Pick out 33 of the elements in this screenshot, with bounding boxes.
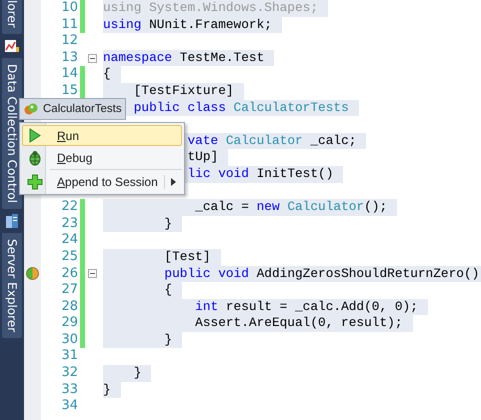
- line-number: 14: [60, 66, 79, 83]
- sidebar-tab[interactable]: Data Collection Control: [2, 58, 22, 209]
- line-number: 28: [60, 298, 79, 316]
- collapse-icon[interactable]: [88, 54, 96, 63]
- server-icon[interactable]: [4, 212, 20, 229]
- line-number: 12: [60, 33, 79, 50]
- chart-icon[interactable]: [4, 38, 20, 54]
- line-number: 25: [60, 248, 79, 266]
- line-number: 13: [60, 50, 79, 66]
- test-status-icon[interactable]: [26, 267, 39, 280]
- plus-icon: [27, 174, 43, 190]
- line-number: 23: [60, 216, 79, 232]
- line-number: 26: [60, 266, 79, 282]
- line-number: 10: [60, 0, 79, 17]
- bug-icon: [27, 150, 43, 166]
- line-number: 30: [60, 332, 79, 348]
- collapse-icon[interactable]: [88, 269, 96, 278]
- line-number: 29: [60, 315, 79, 332]
- line-number: 33: [60, 382, 79, 398]
- test-class-icon: [24, 102, 38, 116]
- popup-title: CalculatorTests: [43, 103, 122, 115]
- sidebar-tab[interactable]: Server Explorer: [2, 232, 22, 338]
- line-number: 24: [60, 232, 79, 249]
- line-number: 34: [60, 398, 79, 415]
- line-number: 31: [60, 348, 79, 366]
- play-icon: [27, 128, 43, 144]
- line-number: 15: [60, 82, 79, 100]
- line-number: 32: [60, 365, 79, 382]
- line-number: 22: [60, 199, 79, 216]
- menu-item[interactable]: Run: [22, 125, 182, 146]
- line-number: 27: [60, 282, 79, 299]
- sidebar-tab[interactable]: lorer: [2, 0, 22, 34]
- line-number: 11: [60, 16, 79, 34]
